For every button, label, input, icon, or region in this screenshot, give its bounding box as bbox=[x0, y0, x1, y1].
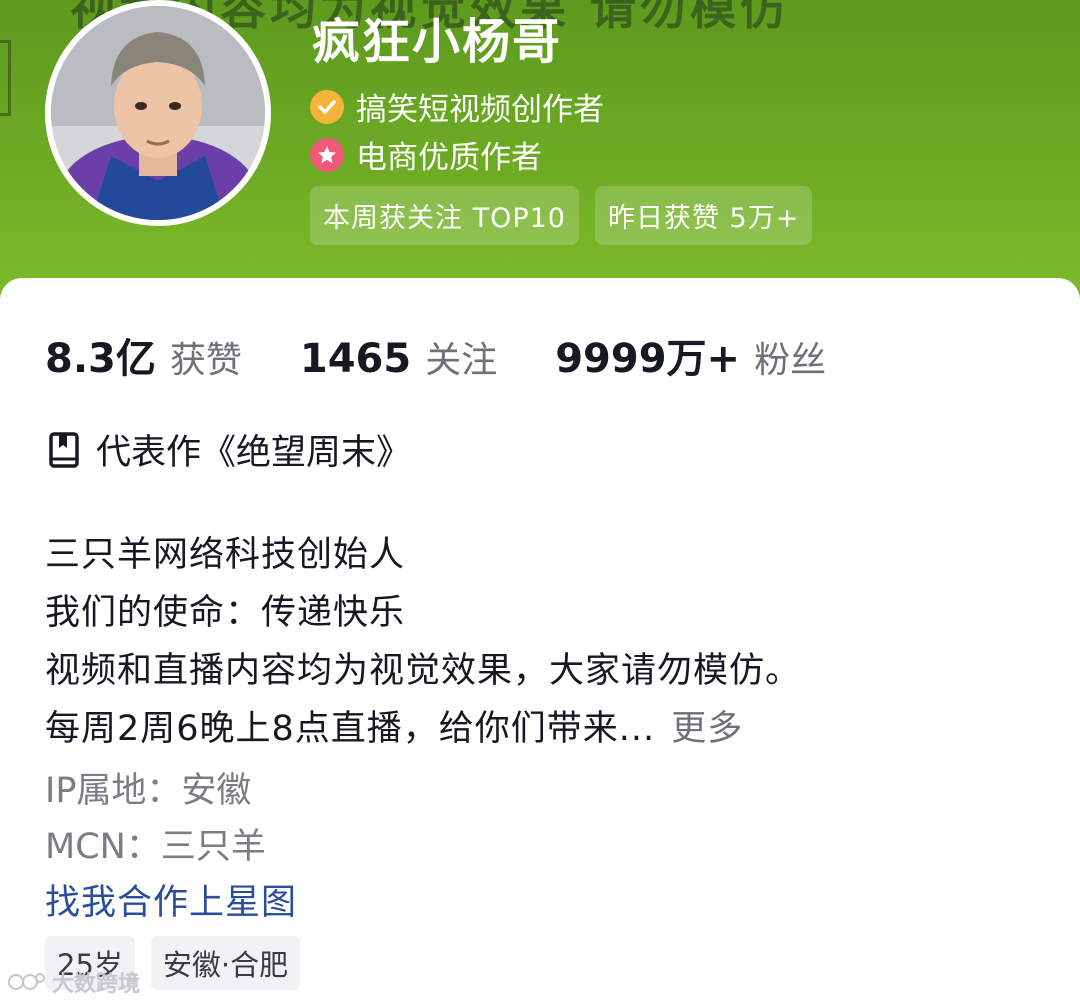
cooperation-link[interactable]: 找我合作上星图 bbox=[45, 874, 297, 925]
profile-banner: 视频内容均为视觉效果 请勿模仿 疯狂小杨哥 搞笑短视频创作者 电商优质作者 本周… bbox=[0, 0, 1080, 300]
mcn-info: MCN：三只羊 bbox=[45, 827, 266, 867]
likes-count: 8.3亿 bbox=[45, 336, 156, 382]
stats-row: 8.3亿 获赞 1465 关注 9999万+ 粉丝 bbox=[45, 326, 884, 384]
likes-stat[interactable]: 8.3亿 获赞 bbox=[45, 326, 242, 384]
bio-line-4-text: 每周2周6晚上8点直播，给你们带来... bbox=[45, 709, 656, 749]
banner-decoration bbox=[0, 40, 11, 116]
ip-location: IP属地：安徽 bbox=[45, 771, 252, 811]
watermark: 大数跨境 bbox=[8, 966, 140, 998]
followers-label: 粉丝 bbox=[754, 340, 827, 381]
avatar-image bbox=[51, 6, 265, 220]
following-count: 1465 bbox=[299, 336, 412, 382]
daily-likes-pill[interactable]: 昨日获赞 5万+ bbox=[594, 186, 813, 245]
bio-more-link[interactable]: 更多 bbox=[671, 709, 743, 749]
representative-work-title: 代表作《绝望周末》 bbox=[96, 433, 412, 473]
ecommerce-badge-label: 电商优质作者 bbox=[356, 140, 542, 176]
likes-label: 获赞 bbox=[169, 340, 242, 381]
bio-line-2: 我们的使命：传递快乐 bbox=[45, 593, 406, 633]
username: 疯狂小杨哥 bbox=[312, 14, 563, 70]
location-tag: 安徽·合肥 bbox=[150, 936, 301, 990]
weekly-follow-pill[interactable]: 本周获关注 TOP10 bbox=[310, 186, 579, 245]
ecommerce-badge[interactable]: 电商优质作者 bbox=[310, 132, 542, 177]
followers-stat[interactable]: 9999万+ 粉丝 bbox=[555, 326, 826, 384]
profile-info-card: 8.3亿 获赞 1465 关注 9999万+ 粉丝 代表作《绝望周末》 三只羊网… bbox=[0, 278, 1080, 1001]
bio-line-3: 视频和直播内容均为视觉效果，大家请勿模仿。 bbox=[45, 651, 802, 691]
check-badge-icon bbox=[310, 89, 344, 124]
creator-badge[interactable]: 搞笑短视频创作者 bbox=[310, 84, 604, 129]
star-badge-icon bbox=[310, 137, 344, 172]
following-label: 关注 bbox=[425, 340, 498, 381]
watermark-text: 大数跨境 bbox=[52, 972, 141, 997]
representative-work[interactable]: 代表作《绝望周末》 bbox=[48, 424, 411, 475]
following-stat[interactable]: 1465 关注 bbox=[300, 331, 497, 383]
bio-line-4: 每周2周6晚上8点直播，给你们带来... 更多 bbox=[45, 700, 743, 751]
avatar[interactable] bbox=[45, 0, 271, 226]
watermark-logo-icon bbox=[8, 970, 46, 994]
creator-badge-label: 搞笑短视频创作者 bbox=[356, 92, 604, 128]
book-icon bbox=[48, 431, 80, 468]
bio-line-1: 三只羊网络科技创始人 bbox=[45, 535, 406, 575]
followers-count: 9999万+ bbox=[555, 336, 741, 382]
honor-pills: 本周获关注 TOP10 昨日获赞 5万+ bbox=[310, 186, 813, 245]
